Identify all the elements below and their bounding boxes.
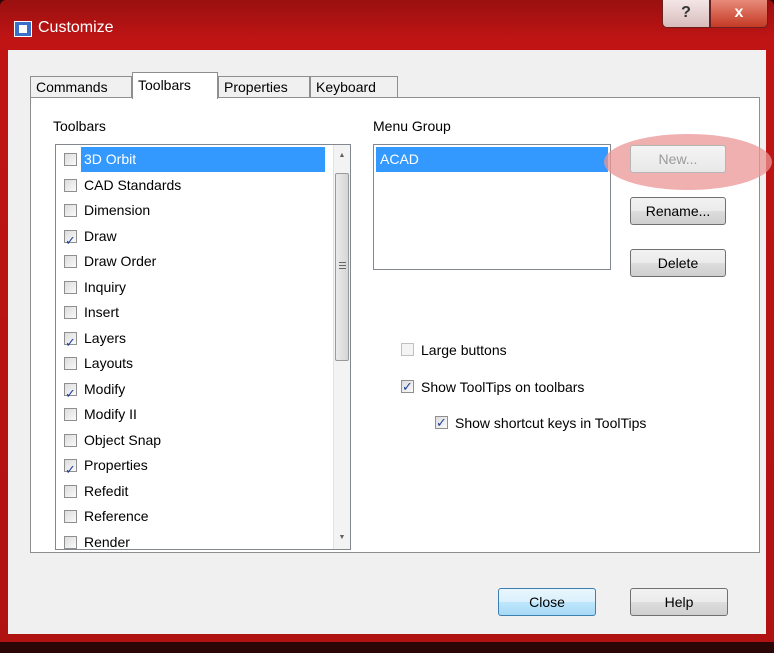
toolbar-item-label: Modify — [84, 380, 126, 397]
toolbar-list-item[interactable]: 3D Orbit — [58, 147, 330, 172]
toolbar-item-label: Refedit — [84, 482, 129, 499]
toolbar-item-label: CAD Standards — [84, 176, 182, 193]
toolbar-item-checkbox[interactable] — [64, 433, 77, 447]
toolbar-item-checkbox[interactable] — [64, 535, 77, 549]
toolbar-item-checkbox[interactable] — [64, 457, 77, 482]
toolbar-item-checkbox[interactable] — [64, 357, 77, 370]
toolbar-list-item[interactable]: Inquiry — [58, 275, 330, 300]
toolbar-item-checkbox[interactable] — [64, 178, 77, 192]
toolbar-item-checkbox[interactable] — [64, 330, 77, 355]
toolbar-item-label: Layouts — [84, 355, 134, 371]
tab-commands[interactable]: Commands — [30, 76, 132, 98]
toolbar-item-checkbox[interactable] — [64, 228, 77, 253]
toolbar-item-label: 3D Orbit — [81, 147, 325, 172]
toolbar-list-item[interactable]: Reference — [58, 504, 330, 529]
customize-app-icon — [14, 21, 32, 37]
toolbar-item-label: Inquiry — [84, 278, 127, 295]
customize-dialog: Customize ? x Commands Toolbars Properti… — [0, 0, 774, 642]
menu-group-label: Menu Group — [373, 118, 451, 134]
toolbar-item-label: Insert — [84, 304, 120, 320]
scroll-down-arrow-icon[interactable]: ▼ — [334, 529, 350, 546]
toolbar-list-item[interactable]: Object Snap — [58, 428, 330, 453]
toolbars-label: Toolbars — [53, 118, 106, 134]
toolbar-item-label: Layers — [84, 329, 127, 346]
toolbar-list-item[interactable]: Insert — [58, 300, 330, 325]
toolbar-list-item[interactable]: Draw — [58, 224, 330, 253]
toolbar-item-checkbox[interactable] — [64, 280, 77, 294]
toolbar-item-checkbox[interactable] — [64, 484, 77, 498]
show-shortcut-keys-label: Show shortcut keys in ToolTips — [455, 415, 647, 431]
toolbar-list-item[interactable]: Refedit — [58, 479, 330, 504]
toolbar-item-checkbox[interactable] — [64, 510, 77, 523]
toolbar-item-checkbox[interactable] — [64, 255, 77, 268]
toolbar-list-item[interactable]: Layers — [58, 326, 330, 355]
help-titlebar-button[interactable]: ? — [662, 0, 710, 28]
menu-group-list[interactable]: ACAD — [373, 144, 611, 270]
toolbar-list-item[interactable]: Modify II — [58, 402, 330, 427]
close-button[interactable]: Close — [498, 588, 596, 616]
toolbar-item-checkbox[interactable] — [64, 306, 77, 319]
tab-properties[interactable]: Properties — [218, 76, 310, 98]
tab-keyboard[interactable]: Keyboard — [310, 76, 398, 98]
toolbars-list-scrollbar[interactable]: ▲ ▼ — [333, 145, 350, 549]
new-button[interactable]: New... — [630, 145, 726, 173]
scroll-thumb[interactable] — [335, 173, 349, 361]
toolbars-list[interactable]: 3D Orbit CAD Standards Dimension Draw Draw O… — [55, 144, 351, 550]
toolbar-item-label: Properties — [84, 457, 148, 473]
toolbar-item-label: Reference — [84, 508, 149, 524]
toolbar-list-item[interactable]: CAD Standards — [58, 173, 330, 198]
close-titlebar-button[interactable]: x — [710, 0, 768, 28]
help-button[interactable]: Help — [630, 588, 728, 616]
toolbar-item-label: Draw — [84, 227, 117, 244]
toolbar-list-item[interactable]: Modify — [58, 377, 330, 406]
toolbar-item-checkbox[interactable] — [64, 381, 77, 406]
toolbar-list-item[interactable]: Dimension — [58, 198, 330, 223]
toolbar-item-checkbox[interactable] — [64, 153, 77, 166]
show-shortcut-keys-checkbox[interactable] — [435, 414, 448, 432]
toolbar-list-item[interactable]: Draw Order — [58, 249, 330, 274]
title-bar[interactable]: Customize ? x — [0, 0, 774, 50]
tab-toolbars[interactable]: Toolbars — [132, 72, 218, 99]
delete-button[interactable]: Delete — [630, 249, 726, 277]
rename-button[interactable]: Rename... — [630, 197, 726, 225]
toolbar-item-checkbox[interactable] — [64, 408, 77, 421]
show-tooltips-checkbox[interactable] — [401, 378, 414, 396]
toolbar-item-label: Dimension — [84, 202, 151, 218]
toolbar-list-item[interactable]: Layouts — [58, 351, 330, 376]
large-buttons-label: Large buttons — [421, 342, 507, 358]
toolbar-item-label: Modify II — [84, 406, 137, 422]
toolbar-item-label: Object Snap — [84, 431, 162, 448]
toolbar-list-item[interactable]: Properties — [58, 453, 330, 482]
toolbar-item-label: Render — [84, 533, 130, 550]
scroll-up-arrow-icon[interactable]: ▲ — [334, 147, 350, 164]
toolbar-item-checkbox[interactable] — [64, 204, 77, 217]
window-title: Customize — [38, 19, 114, 36]
show-tooltips-label: Show ToolTips on toolbars — [421, 379, 585, 395]
menu-group-item-acad[interactable]: ACAD — [376, 147, 608, 172]
toolbar-list-item[interactable]: Render — [58, 530, 330, 550]
toolbar-item-label: Draw Order — [84, 253, 157, 269]
large-buttons-checkbox[interactable] — [401, 343, 414, 356]
